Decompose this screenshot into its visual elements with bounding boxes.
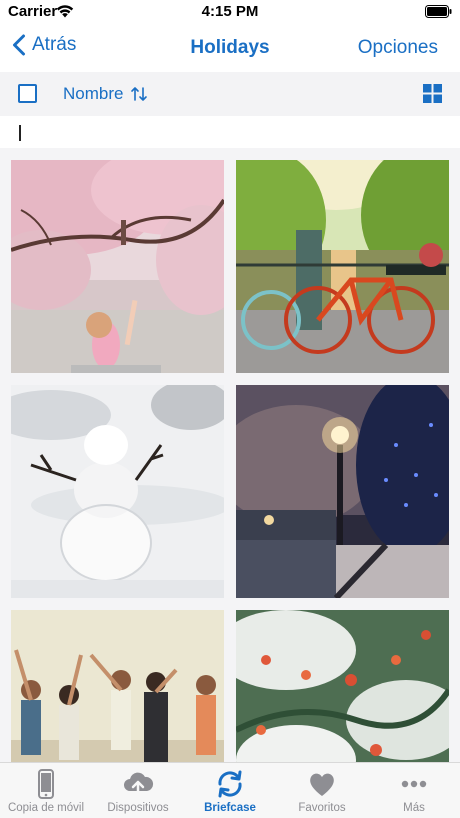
search-input[interactable] <box>18 123 438 143</box>
tab-bar: Copia de móvil Dispositivos Briefcase Fa… <box>0 762 460 818</box>
photo-tile-snowman[interactable] <box>11 385 224 598</box>
photo-tile-snowy-berries[interactable] <box>236 610 449 762</box>
photo-thumbnail <box>11 385 224 598</box>
options-button[interactable]: Opciones <box>358 37 438 59</box>
photo-thumbnail <box>236 610 449 762</box>
text-cursor <box>19 125 21 141</box>
battery-icon <box>425 5 452 18</box>
photo-tile-night-lamp[interactable] <box>236 385 449 598</box>
tab-favorites[interactable]: Favoritos <box>276 763 368 818</box>
tab-briefcase[interactable]: Briefcase <box>184 763 276 818</box>
phone-icon <box>38 769 54 799</box>
list-toolbar: Nombre <box>0 72 460 116</box>
photo-grid <box>0 148 460 762</box>
sync-icon <box>218 770 242 798</box>
status-bar: Carrier 4:15 PM <box>0 0 460 24</box>
tab-label: Briefcase <box>204 802 256 814</box>
search-bar <box>0 116 460 148</box>
photo-thumbnail <box>236 385 449 598</box>
back-label: Atrás <box>32 34 77 55</box>
tab-devices[interactable]: Dispositivos <box>92 763 184 818</box>
tab-mobile-backup[interactable]: Copia de móvil <box>0 763 92 818</box>
chevron-left-icon <box>13 34 25 56</box>
back-button[interactable]: Atrás <box>12 34 76 56</box>
navigation-bar: Atrás Holidays Opciones <box>0 24 460 70</box>
tab-more[interactable]: Más <box>368 763 460 818</box>
cloud-upload-icon <box>124 772 154 798</box>
photo-thumbnail <box>11 160 224 373</box>
photo-tile-cherry-blossom[interactable] <box>11 160 224 373</box>
grid-view-icon[interactable] <box>423 84 442 103</box>
clock: 4:15 PM <box>201 3 259 20</box>
sort-toggle-icon[interactable] <box>130 85 148 103</box>
photo-tile-beach-friends[interactable] <box>11 610 224 762</box>
heart-icon <box>310 773 334 796</box>
photo-thumbnail <box>11 610 224 762</box>
sort-by-name-button[interactable]: Nombre <box>63 84 123 104</box>
tab-label: Dispositivos <box>107 802 169 814</box>
tab-label: Copia de móvil <box>7 802 85 814</box>
tab-label: Más <box>403 802 425 814</box>
select-all-checkbox[interactable] <box>18 84 37 103</box>
photo-tile-bicycle[interactable] <box>236 160 449 373</box>
more-icon <box>401 780 427 788</box>
tab-label: Favoritos <box>298 802 346 814</box>
photo-thumbnail <box>236 160 449 373</box>
